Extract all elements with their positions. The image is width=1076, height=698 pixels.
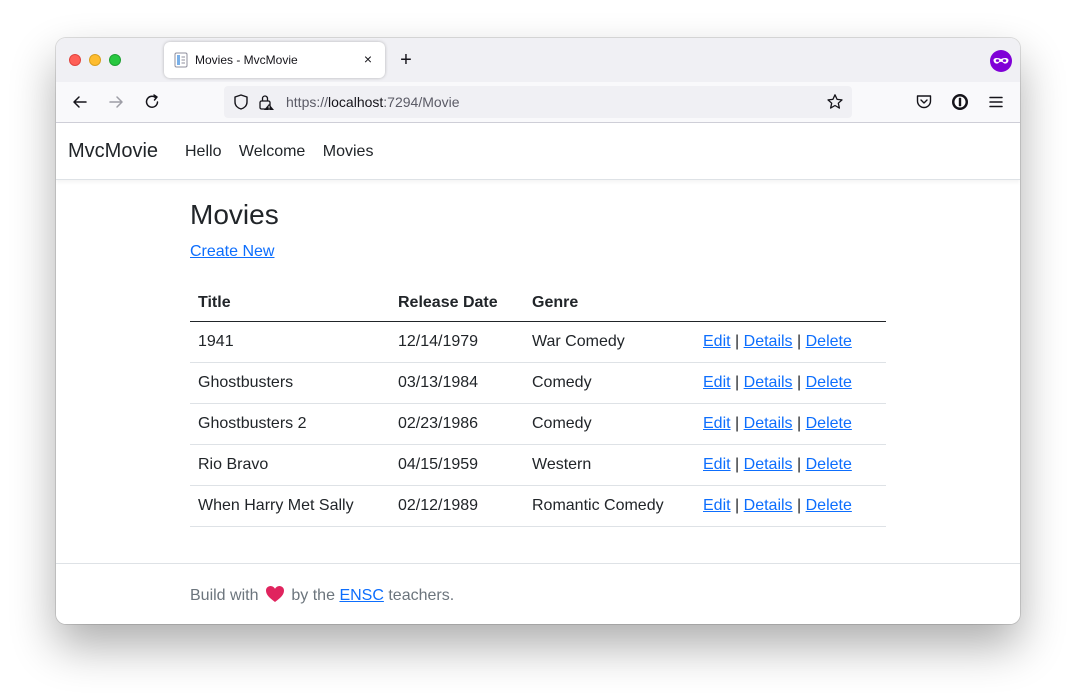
nav-link-hello[interactable]: Hello — [185, 143, 221, 160]
cell-actions: Edit | Details | Delete — [695, 403, 886, 445]
cell-title: Ghostbusters — [190, 362, 390, 404]
cell-genre: War Comedy — [524, 321, 695, 363]
url-bar[interactable]: https://localhost:7294/Movie — [224, 86, 852, 118]
table-row: 1941 12/14/1979 War Comedy Edit | Details |… — [190, 321, 886, 363]
delete-link[interactable]: Delete — [806, 333, 852, 350]
table-row: Ghostbusters 2 02/23/1986 Comedy Edit | Det… — [190, 403, 886, 445]
movies-table: Title Release Date Genre 1941 12/14/1979 W… — [190, 285, 886, 527]
cell-genre: Comedy — [524, 362, 695, 404]
details-link[interactable]: Details — [744, 456, 793, 473]
cell-release-date: 04/15/1959 — [390, 444, 524, 486]
cell-release-date: 02/12/1989 — [390, 485, 524, 527]
delete-link[interactable]: Delete — [806, 374, 852, 391]
footer-ensc-link[interactable]: ENSC — [339, 587, 383, 604]
heart-icon — [265, 586, 284, 602]
close-window-button[interactable] — [69, 54, 81, 66]
table-row: Ghostbusters 03/13/1984 Comedy Edit | Detai… — [190, 362, 886, 404]
column-header-genre: Genre — [524, 285, 695, 322]
action-separator: | — [735, 414, 740, 432]
cell-release-date: 03/13/1984 — [390, 362, 524, 404]
site-brand-link[interactable]: MvcMovie — [68, 140, 158, 163]
action-separator: | — [797, 496, 802, 514]
navigation-toolbar: https://localhost:7294/Movie — [56, 82, 1020, 123]
url-scheme: https:// — [286, 94, 329, 110]
cell-actions: Edit | Details | Delete — [695, 485, 886, 527]
edit-link[interactable]: Edit — [703, 374, 731, 391]
insecure-lock-icon[interactable] — [257, 93, 275, 111]
footer-middle: by the — [291, 587, 335, 604]
delete-link[interactable]: Delete — [806, 415, 852, 432]
shield-icon[interactable] — [232, 93, 250, 111]
column-header-title: Title — [190, 285, 390, 322]
url-text[interactable]: https://localhost:7294/Movie — [286, 94, 460, 110]
cell-title: Ghostbusters 2 — [190, 403, 390, 445]
reload-icon[interactable] — [142, 92, 162, 112]
footer-text: Build with by the ENSC teachers. — [190, 585, 454, 605]
action-separator: | — [735, 496, 740, 514]
edit-link[interactable]: Edit — [703, 415, 731, 432]
action-separator: | — [735, 332, 740, 350]
create-new-link[interactable]: Create New — [190, 243, 274, 261]
private-browsing-mask-icon[interactable] — [989, 49, 1013, 73]
tab-bar: Movies - MvcMovie × + — [56, 38, 1020, 82]
cell-genre: Western — [524, 444, 695, 486]
cell-title: 1941 — [190, 321, 390, 363]
url-path: :7294/Movie — [383, 94, 460, 110]
action-separator: | — [797, 373, 802, 391]
cell-release-date: 02/23/1986 — [390, 403, 524, 445]
back-arrow-icon[interactable] — [70, 92, 90, 112]
table-row: Rio Bravo 04/15/1959 Western Edit | Details… — [190, 444, 886, 486]
minimize-window-button[interactable] — [89, 54, 101, 66]
site-footer: Build with by the ENSC teachers. — [56, 563, 1020, 624]
footer-prefix: Build with — [190, 587, 259, 604]
maximize-window-button[interactable] — [109, 54, 121, 66]
page-title: Movies — [190, 199, 279, 230]
action-separator: | — [735, 373, 740, 391]
cell-release-date: 12/14/1979 — [390, 321, 524, 363]
cell-title: Rio Bravo — [190, 444, 390, 486]
url-host: localhost — [328, 94, 384, 110]
column-header-release-date: Release Date — [390, 285, 524, 322]
table-header-row: Title Release Date Genre — [190, 285, 886, 322]
site-header: MvcMovie Hello Welcome Movies — [56, 123, 1020, 180]
page-icon — [174, 52, 188, 68]
site-nav: Hello Welcome Movies — [185, 143, 386, 161]
edit-link[interactable]: Edit — [703, 456, 731, 473]
cell-actions: Edit | Details | Delete — [695, 321, 886, 363]
new-tab-button[interactable]: + — [396, 50, 416, 70]
tab-title: Movies - MvcMovie — [195, 53, 298, 67]
cell-genre: Romantic Comedy — [524, 485, 695, 527]
tab-movies[interactable]: Movies - MvcMovie × — [164, 42, 385, 78]
cell-actions: Edit | Details | Delete — [695, 362, 886, 404]
edit-link[interactable]: Edit — [703, 497, 731, 514]
action-separator: | — [797, 332, 802, 350]
action-separator: | — [797, 455, 802, 473]
web-page: MvcMovie Hello Welcome Movies Movies Cre… — [56, 123, 1020, 624]
edit-link[interactable]: Edit — [703, 333, 731, 350]
menu-hamburger-icon[interactable] — [986, 92, 1006, 112]
column-header-actions — [695, 285, 886, 322]
password-manager-icon[interactable] — [950, 92, 970, 112]
action-separator: | — [797, 414, 802, 432]
action-separator: | — [735, 455, 740, 473]
bookmark-star-icon[interactable] — [826, 93, 844, 111]
forward-arrow-icon[interactable] — [106, 92, 126, 112]
table-row: When Harry Met Sally 02/12/1989 Romantic C… — [190, 485, 886, 527]
cell-genre: Comedy — [524, 403, 695, 445]
details-link[interactable]: Details — [744, 374, 793, 391]
nav-link-movies[interactable]: Movies — [323, 143, 374, 160]
table-body: 1941 12/14/1979 War Comedy Edit | Details |… — [190, 321, 886, 527]
delete-link[interactable]: Delete — [806, 497, 852, 514]
details-link[interactable]: Details — [744, 497, 793, 514]
pocket-icon[interactable] — [914, 92, 934, 112]
footer-suffix: teachers. — [388, 587, 455, 604]
details-link[interactable]: Details — [744, 333, 793, 350]
delete-link[interactable]: Delete — [806, 456, 852, 473]
cell-actions: Edit | Details | Delete — [695, 444, 886, 486]
details-link[interactable]: Details — [744, 415, 793, 432]
browser-window: Movies - MvcMovie × + https://localhost:… — [56, 38, 1020, 624]
nav-link-welcome[interactable]: Welcome — [239, 143, 305, 160]
cell-title: When Harry Met Sally — [190, 485, 390, 527]
tab-close-icon[interactable]: × — [360, 51, 376, 67]
